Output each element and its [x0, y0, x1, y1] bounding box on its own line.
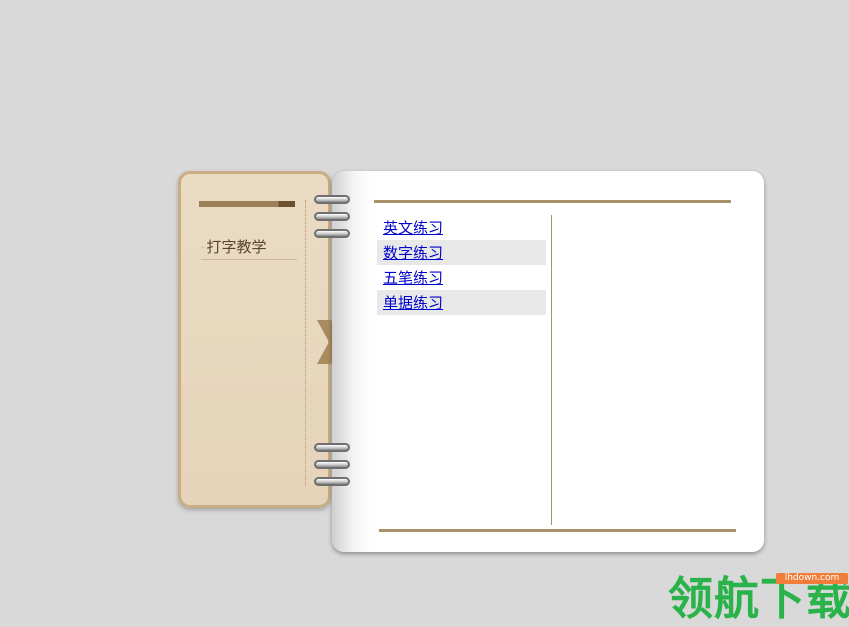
watermark-badge: lhdown.com: [776, 573, 848, 584]
page-top-rule: [374, 200, 731, 203]
menu-item-wubi: 五笔练习: [377, 265, 546, 290]
cover-dotted-divider: [305, 200, 306, 486]
english-practice-link[interactable]: 英文练习: [383, 219, 443, 237]
ring-icon: [314, 229, 350, 238]
notebook-cover: · 打字教学: [178, 171, 345, 508]
ring-icon: [314, 195, 350, 204]
cover-title: · 打字教学: [201, 236, 297, 260]
receipt-practice-link[interactable]: 单据练习: [383, 294, 443, 312]
ring-icon: [314, 460, 350, 469]
menu-item-number: 数字练习: [377, 240, 546, 265]
ring-icon: [314, 477, 350, 486]
bullet-icon: ·: [201, 243, 204, 252]
cover-title-label: 打字教学: [206, 238, 267, 256]
ring-icon: [314, 443, 350, 452]
notebook-page: 英文练习 数字练习 五笔练习 单据练习: [332, 171, 764, 552]
menu-item-receipt: 单据练习: [377, 290, 546, 315]
cover-top-bar: [199, 201, 295, 207]
ring-icon: [314, 212, 350, 221]
menu-item-english: 英文练习: [377, 215, 546, 240]
page-bottom-rule: [379, 529, 736, 532]
practice-menu: 英文练习 数字练习 五笔练习 单据练习: [377, 215, 546, 315]
wubi-practice-link[interactable]: 五笔练习: [383, 269, 443, 287]
page-column-divider: [551, 215, 552, 525]
number-practice-link[interactable]: 数字练习: [383, 244, 443, 262]
